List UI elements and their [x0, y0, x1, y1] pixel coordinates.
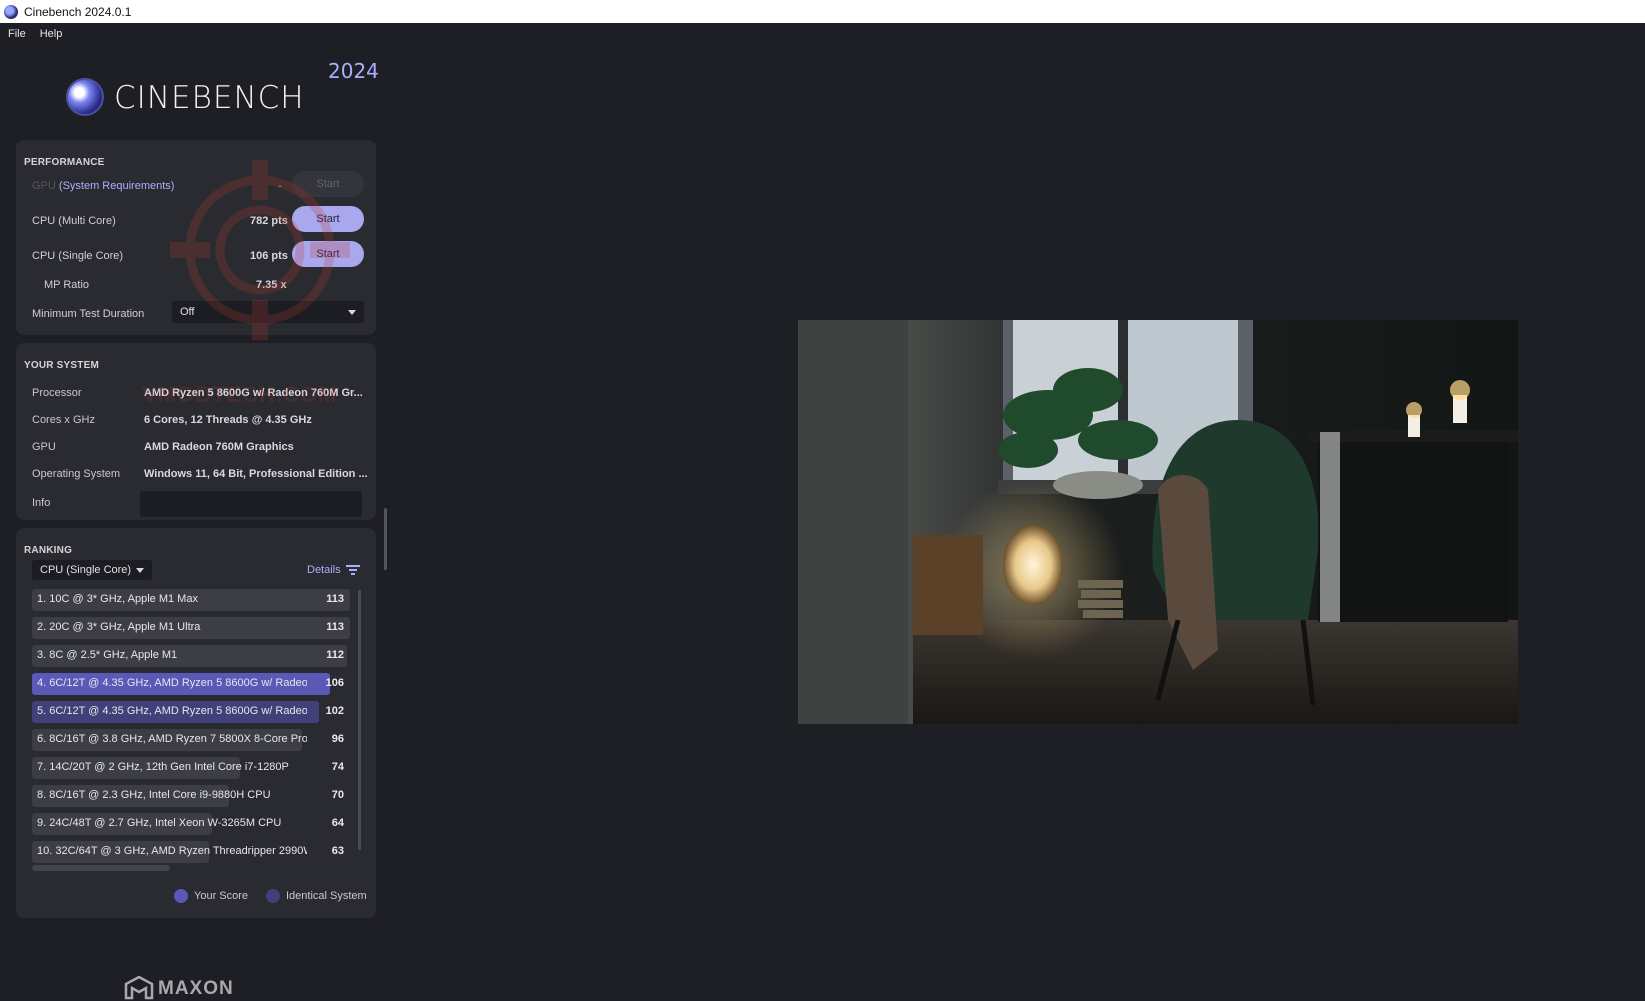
ranking-list: 1. 10C @ 3* GHz, Apple M1 Max 113 2. 20C @… — [32, 589, 356, 864]
menu-file[interactable]: File — [8, 28, 26, 40]
ranking-header: RANKING — [24, 545, 73, 556]
ranking-row[interactable]: 3. 8C @ 2.5* GHz, Apple M1 112 — [32, 645, 352, 667]
logo-year: 2024 — [328, 59, 379, 83]
watermark-text: VMODTECH.COM — [142, 382, 338, 407]
cinebench-app-icon — [4, 4, 18, 19]
cores-value: 6 Cores, 12 Threads @ 4.35 GHz — [144, 414, 312, 426]
ranking-row-score: 96 — [331, 733, 344, 745]
ranking-row-label: 7. 14C/20T @ 2 GHz, 12th Gen Intel Core … — [37, 761, 289, 773]
filter-icon — [345, 565, 360, 575]
cinebench-sphere-icon — [66, 78, 104, 116]
ranking-row-score: 113 — [326, 621, 344, 633]
ranking-row-label: 6. 8C/16T @ 3.8 GHz, AMD Ryzen 7 5800X 8… — [37, 733, 307, 745]
details-label: Details — [307, 564, 341, 576]
details-button[interactable]: Details — [307, 564, 360, 576]
ranking-row[interactable]: 2. 20C @ 3* GHz, Apple M1 Ultra 113 — [32, 617, 352, 639]
ranking-row-score: 113 — [326, 593, 344, 605]
processor-label: Processor — [32, 387, 82, 399]
ranking-panel: RANKING CPU (Single Core) Details 1. 10C… — [16, 528, 376, 918]
os-value: Windows 11, 64 Bit, Professional Edition… — [144, 468, 368, 480]
sidebar-scrollbar[interactable] — [384, 508, 387, 570]
system-requirements-link[interactable]: (System Requirements) — [59, 180, 175, 192]
ranking-row[interactable]: 6. 8C/16T @ 3.8 GHz, AMD Ryzen 7 5800X 8… — [32, 729, 352, 751]
ranking-row[interactable]: 9. 24C/48T @ 2.7 GHz, Intel Xeon W-3265M… — [32, 813, 352, 835]
cores-label: Cores x GHz — [32, 414, 95, 426]
ranking-horizontal-scrollbar[interactable] — [32, 865, 170, 871]
ranking-row-score: 74 — [331, 761, 344, 773]
ranking-row-score: 112 — [326, 649, 344, 661]
cinebench-logo: CINEBENCH 2024 — [66, 59, 379, 122]
render-preview-image — [798, 320, 1518, 724]
ranking-row-label: 5. 6C/12T @ 4.35 GHz, AMD Ryzen 5 8600G … — [37, 705, 307, 717]
ranking-row-score: 102 — [325, 705, 344, 717]
mp-ratio-label: MP Ratio — [44, 279, 90, 291]
maxon-brand: MAXON — [158, 978, 234, 999]
ranking-row-score: 70 — [331, 789, 344, 801]
ranking-row[interactable]: 5. 6C/12T @ 4.35 GHz, AMD Ryzen 5 8600G … — [32, 701, 352, 723]
your-score-legend-icon — [174, 889, 188, 903]
gpu-system-label: GPU — [32, 441, 56, 453]
gpu-system-value: AMD Radeon 760M Graphics — [144, 441, 294, 453]
ranking-row[interactable]: 8. 8C/16T @ 2.3 GHz, Intel Core i9-9880H… — [32, 785, 352, 807]
cpu-single-label: CPU (Single Core) — [32, 250, 124, 262]
ranking-category-value: CPU (Single Core) — [40, 564, 132, 576]
ranking-row-label: 10. 32C/64T @ 3 GHz, AMD Ryzen Threadrip… — [37, 845, 307, 857]
identical-system-legend-icon — [266, 889, 280, 903]
cpu-multi-label: CPU (Multi Core) — [32, 215, 116, 227]
ranking-row-label: 2. 20C @ 3* GHz, Apple M1 Ultra — [37, 621, 201, 633]
ranking-row-score: 63 — [331, 845, 344, 857]
your-system-panel: YOUR SYSTEM Processor AMD Ryzen 5 8600G … — [16, 343, 376, 520]
os-label: Operating System — [32, 468, 121, 480]
chevron-down-icon — [136, 568, 144, 573]
ranking-row-label: 4. 6C/12T @ 4.35 GHz, AMD Ryzen 5 8600G … — [37, 677, 307, 689]
maxon-logo: MAXON — [124, 976, 264, 1001]
window-title: Cinebench 2024.0.1 — [24, 4, 132, 19]
your-system-header: YOUR SYSTEM — [24, 360, 99, 371]
ranking-row[interactable]: 1. 10C @ 3* GHz, Apple M1 Max 113 — [32, 589, 352, 611]
min-duration-label: Minimum Test Duration — [32, 308, 145, 320]
gpu-label: GPU (System Requirements) — [32, 180, 175, 192]
ranking-row-label: 3. 8C @ 2.5* GHz, Apple M1 — [37, 649, 178, 661]
ranking-row[interactable]: 7. 14C/20T @ 2 GHz, 12th Gen Intel Core … — [32, 757, 352, 779]
logo-name: CINEBENCH — [114, 80, 305, 116]
your-score-legend-label: Your Score — [194, 890, 249, 902]
identical-system-legend-label: Identical System — [286, 890, 367, 902]
title-bar: Cinebench 2024.0.1 — [0, 0, 1645, 23]
maxon-icon — [124, 976, 154, 1000]
watermark-emblem — [170, 160, 350, 340]
ranking-category-select[interactable]: CPU (Single Core) — [32, 560, 152, 580]
ranking-row-label: 8. 8C/16T @ 2.3 GHz, Intel Core i9-9880H… — [37, 789, 271, 801]
menu-help[interactable]: Help — [40, 28, 63, 40]
ranking-row[interactable]: 4. 6C/12T @ 4.35 GHz, AMD Ryzen 5 8600G … — [32, 673, 352, 695]
ranking-row-score: 64 — [331, 817, 344, 829]
ranking-row-score: 106 — [325, 677, 344, 689]
ranking-scrollbar[interactable] — [358, 590, 361, 850]
ranking-row[interactable]: 10. 32C/64T @ 3 GHz, AMD Ryzen Threadrip… — [32, 841, 352, 863]
info-label: Info — [32, 497, 51, 509]
info-field[interactable] — [140, 491, 362, 517]
ranking-row-label: 9. 24C/48T @ 2.7 GHz, Intel Xeon W-3265M… — [37, 817, 282, 829]
menu-bar: File Help — [0, 23, 1645, 44]
ranking-row-label: 1. 10C @ 3* GHz, Apple M1 Max — [37, 593, 198, 605]
performance-header: PERFORMANCE — [24, 157, 105, 168]
